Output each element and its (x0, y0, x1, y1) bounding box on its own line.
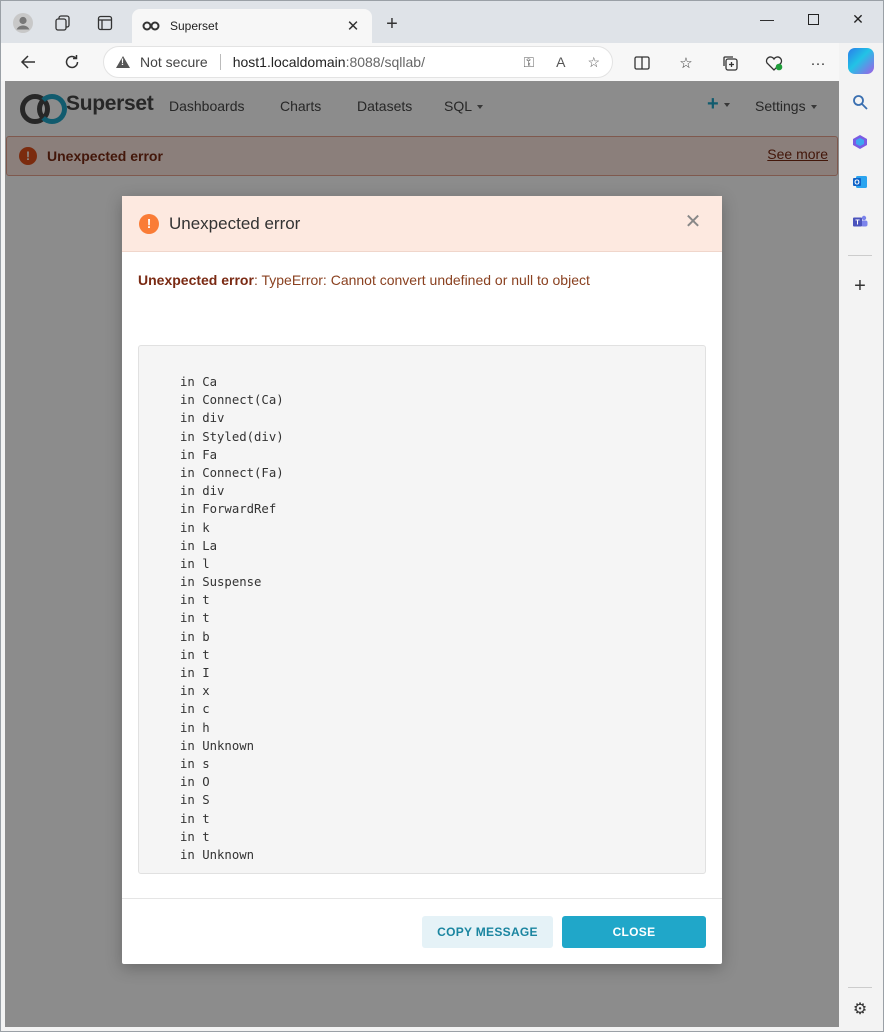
tab-superset[interactable]: Superset ✕ (132, 9, 372, 43)
stack-line: in l (180, 556, 210, 571)
stack-line: in div (180, 411, 225, 426)
modal-footer: COPY MESSAGE CLOSE (122, 898, 722, 964)
superset-favicon-icon (142, 21, 160, 31)
stack-line: in k (180, 520, 210, 535)
stack-line: in Fa (180, 447, 218, 462)
divider (219, 54, 221, 70)
stack-line: in Unknown (180, 847, 255, 862)
tab-actions-icon[interactable] (94, 12, 116, 34)
stack-line: in Ca (180, 375, 218, 389)
new-tab-icon[interactable]: + (381, 13, 403, 35)
workspaces-icon[interactable] (52, 12, 74, 34)
copilot-icon[interactable] (848, 48, 874, 74)
stack-line: in S (180, 793, 210, 808)
split-screen-icon[interactable] (631, 52, 653, 74)
window-close-icon[interactable]: ✕ (836, 7, 880, 31)
stack-line: in O (180, 775, 210, 790)
read-aloud-icon[interactable]: A (556, 54, 565, 71)
copy-message-button[interactable]: COPY MESSAGE (422, 916, 553, 948)
outlook-icon[interactable]: O (850, 172, 870, 192)
address-bar-actions: ⚿ A ☆ (523, 54, 600, 71)
security-label[interactable]: Not secure (140, 54, 208, 70)
stack-line: in Styled(div) (180, 429, 284, 444)
modal-header: ! Unexpected error ✕ (122, 196, 722, 252)
profile-icon[interactable] (12, 12, 34, 34)
address-row: Not secure host1.localdomain:8088/sqllab… (1, 43, 883, 81)
browser-window: Superset ✕ + — ✕ Not secure host1.locald… (0, 0, 884, 1032)
stack-line: in h (180, 720, 210, 735)
stack-line: in x (180, 684, 210, 699)
more-options-icon[interactable]: ··· (807, 52, 829, 74)
svg-text:T: T (855, 220, 860, 227)
tab-close-icon[interactable]: ✕ (344, 17, 362, 35)
browser-essentials-icon[interactable] (763, 52, 785, 74)
close-icon[interactable]: ✕ (684, 212, 702, 232)
refresh-icon[interactable] (60, 50, 84, 74)
stack-line: in Suspense (180, 575, 262, 590)
stack-line: in div (180, 484, 225, 499)
minimize-icon[interactable]: — (745, 7, 789, 31)
search-icon[interactable] (850, 92, 870, 112)
maximize-icon[interactable] (791, 7, 835, 31)
close-button[interactable]: CLOSE (562, 916, 706, 948)
sidebar-divider (848, 987, 872, 988)
tab-strip: Superset ✕ + — ✕ (1, 1, 883, 43)
stack-line: in t (180, 811, 210, 826)
add-sidebar-app-icon[interactable]: + (850, 275, 870, 297)
stack-line: in t (180, 593, 210, 608)
sidebar-settings-gear-icon[interactable]: ⚙ (850, 999, 870, 1019)
address-bar[interactable]: Not secure host1.localdomain:8088/sqllab… (103, 46, 613, 78)
sidebar-divider (848, 255, 872, 256)
stack-line: in s (180, 756, 210, 771)
error-modal: ! Unexpected error ✕ Unexpected error: T… (122, 196, 722, 964)
tab-title: Superset (170, 19, 219, 33)
collections-icon[interactable] (719, 52, 741, 74)
stack-line: in I (180, 666, 210, 680)
modal-title: Unexpected error (169, 213, 301, 233)
stack-line: in Connect(Fa) (180, 465, 284, 480)
key-icon[interactable]: ⚿ (523, 54, 534, 71)
svg-text:O: O (854, 180, 860, 187)
stack-line: in b (180, 629, 210, 644)
shopping-icon[interactable] (850, 132, 870, 152)
teams-icon[interactable]: T (850, 212, 870, 232)
stack-line: in c (180, 702, 210, 717)
warning-icon (116, 56, 130, 68)
stack-trace: in Ca in Connect(Ca) in div in Styled(div) i… (138, 345, 706, 874)
stack-line: in La (180, 538, 218, 553)
stack-line: in Unknown (180, 738, 255, 753)
warning-icon: ! (139, 213, 159, 234)
favorites-icon[interactable]: ☆ (675, 52, 697, 74)
error-message: Unexpected error: TypeError: Cannot conv… (138, 272, 590, 288)
page-viewport: Superset Dashboards Charts Datasets SQL … (5, 81, 839, 1027)
stack-line: in t (180, 611, 210, 626)
back-icon[interactable] (16, 50, 40, 74)
favorite-star-icon[interactable]: ☆ (587, 54, 600, 71)
stack-line: in t (180, 647, 210, 662)
stack-line: in Connect(Ca) (180, 393, 284, 408)
stack-line: in t (180, 829, 210, 844)
stack-line: in ForwardRef (180, 502, 277, 517)
url-text[interactable]: host1.localdomain:8088/sqllab/ (233, 54, 425, 70)
